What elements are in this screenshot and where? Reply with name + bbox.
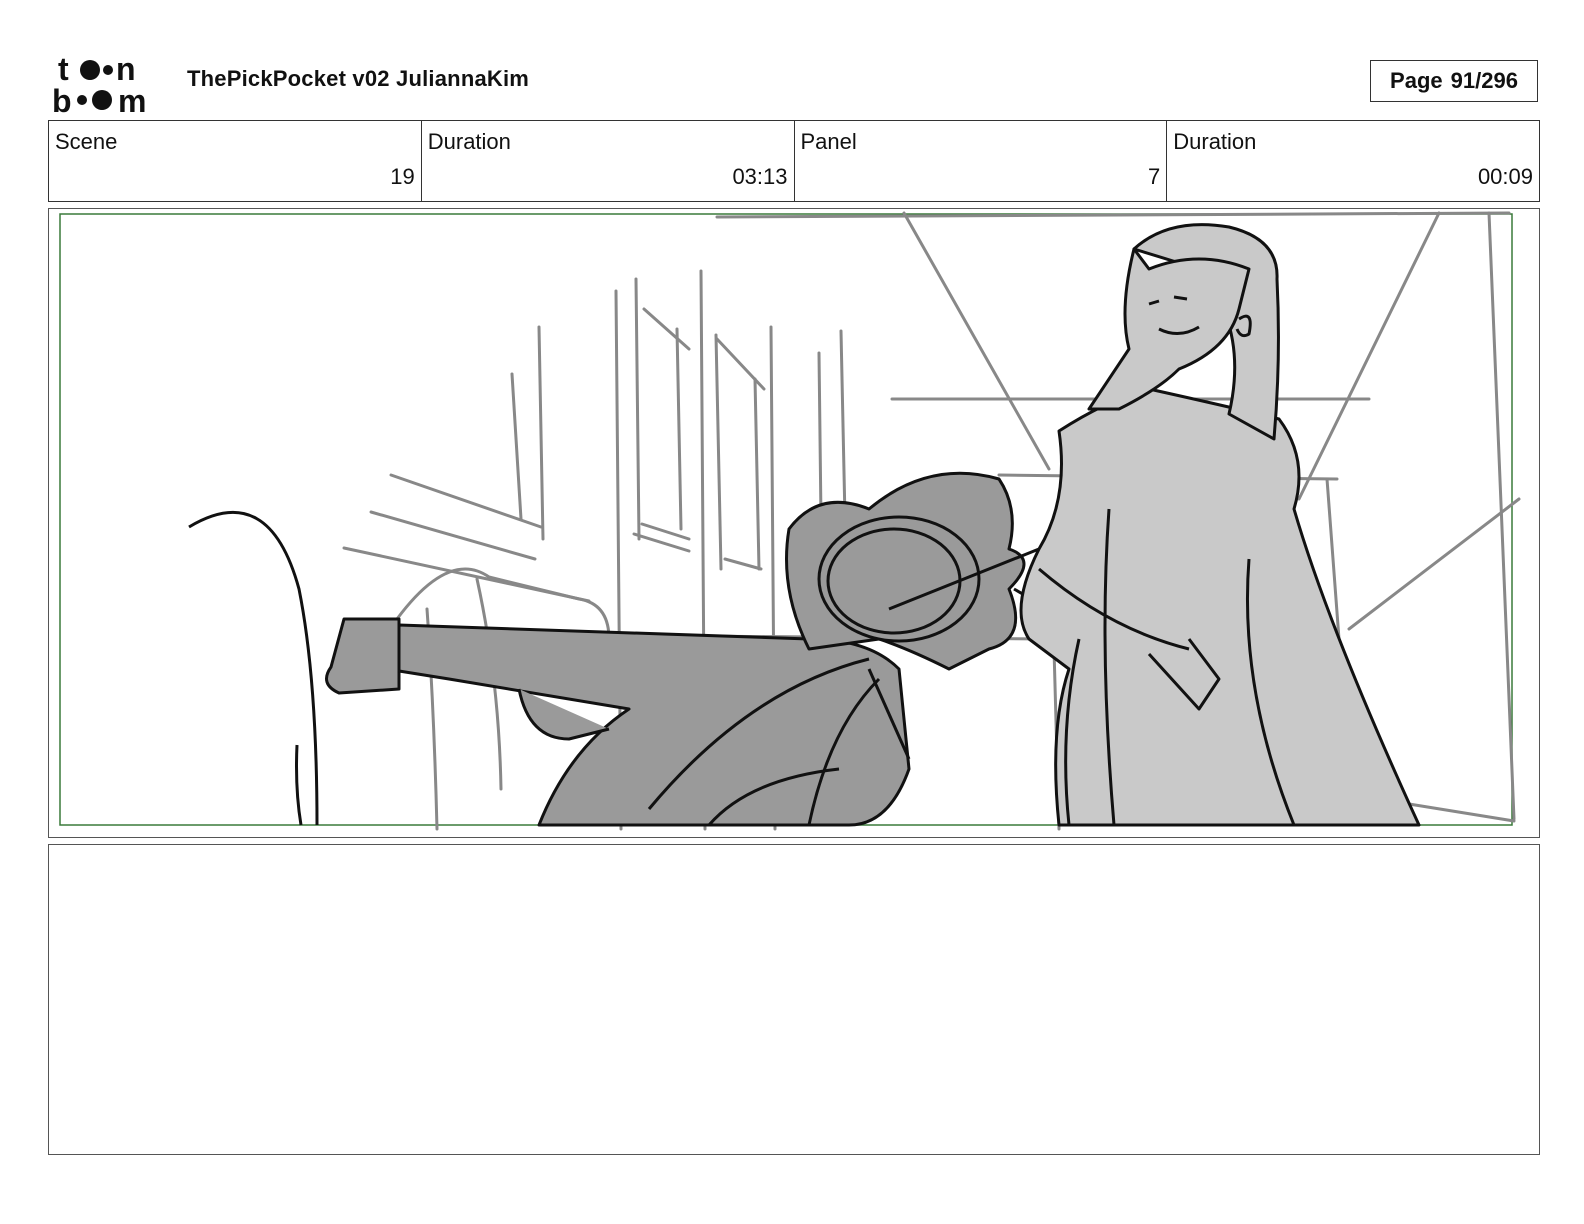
document-title: ThePickPocket v02 JuliannaKim [187, 66, 530, 91]
panel-duration-cell: Duration 00:09 [1167, 121, 1539, 201]
svg-text:n: n [116, 51, 136, 87]
panel-label: Panel [800, 129, 857, 154]
page-indicator: Page 91/296 [1370, 60, 1538, 102]
svg-text:m: m [118, 83, 146, 114]
storyboard-panel [48, 208, 1540, 838]
svg-text:b: b [52, 83, 72, 114]
panel-cell: Panel 7 [795, 121, 1168, 201]
woman-character [1019, 223, 1421, 827]
page-label: Page [1390, 68, 1443, 93]
panel-sketch [59, 211, 1521, 831]
panel-value: 7 [1148, 164, 1161, 189]
panel-duration-value: 00:09 [1477, 164, 1533, 189]
notes-area [48, 844, 1540, 1155]
panel-duration-label: Duration [1173, 129, 1257, 154]
toon-boom-logo: t n b m [52, 51, 146, 114]
scene-value: 19 [390, 164, 415, 189]
scene-label: Scene [55, 129, 118, 154]
scene-info-table: Scene 19 Duration 03:13 Panel 7 Duration… [48, 120, 1540, 202]
scene-cell: Scene 19 [49, 121, 422, 201]
scene-duration-cell: Duration 03:13 [422, 121, 795, 201]
page-number: 91/296 [1450, 68, 1518, 93]
scene-duration-value: 03:13 [732, 164, 788, 189]
svg-text:t: t [58, 51, 69, 87]
scene-duration-label: Duration [427, 129, 511, 154]
